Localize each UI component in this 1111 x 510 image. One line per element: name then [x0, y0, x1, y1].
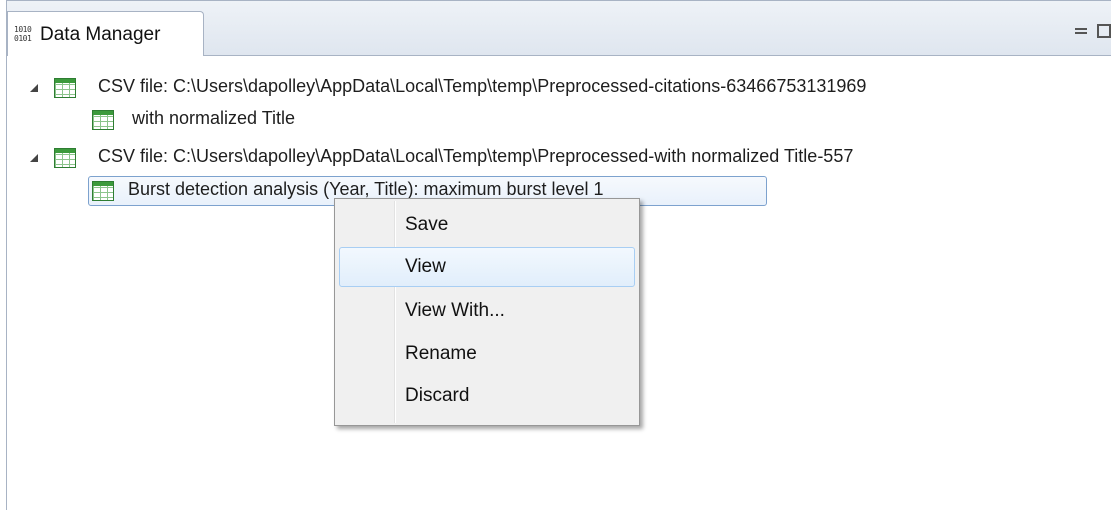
tree-item-label: CSV file: C:\Users\dapolley\AppData\Loca…: [98, 76, 867, 96]
tree-item-label: with normalized Title: [132, 108, 296, 128]
menu-item-view[interactable]: View: [339, 247, 635, 287]
tree-item-label: CSV file: C:\Users\dapolley\AppData\Loca…: [98, 146, 854, 166]
tree-item-label: Burst detection analysis (Year, Title): …: [128, 179, 604, 199]
menu-item-rename[interactable]: Rename: [339, 334, 635, 374]
table-icon: [92, 110, 114, 130]
menu-item-save[interactable]: Save: [339, 205, 635, 245]
table-icon: [54, 148, 76, 168]
menu-item-discard[interactable]: Discard: [339, 376, 635, 416]
tab-label: Data Manager: [40, 24, 161, 45]
menu-item-view-with[interactable]: View With...: [339, 291, 635, 331]
minimize-icon[interactable]: [1075, 28, 1087, 34]
menu-item-label: Rename: [405, 343, 477, 364]
binary-data-icon: 1010 0101: [14, 25, 32, 43]
expanded-arrow-icon[interactable]: [30, 84, 38, 92]
menu-item-label: View: [405, 256, 446, 277]
table-icon: [92, 181, 114, 201]
menu-item-label: Save: [405, 214, 449, 235]
maximize-icon[interactable]: [1097, 24, 1111, 38]
table-icon: [54, 78, 76, 98]
tab-data-manager[interactable]: 1010 0101 Data Manager: [7, 11, 204, 56]
view-tab-strip: 1010 0101 Data Manager: [7, 1, 1111, 56]
menu-item-label: View With...: [405, 300, 505, 321]
menu-item-label: Discard: [405, 385, 470, 406]
context-menu: Save View View With... Rename Discard: [334, 198, 640, 426]
expanded-arrow-icon[interactable]: [30, 154, 38, 162]
